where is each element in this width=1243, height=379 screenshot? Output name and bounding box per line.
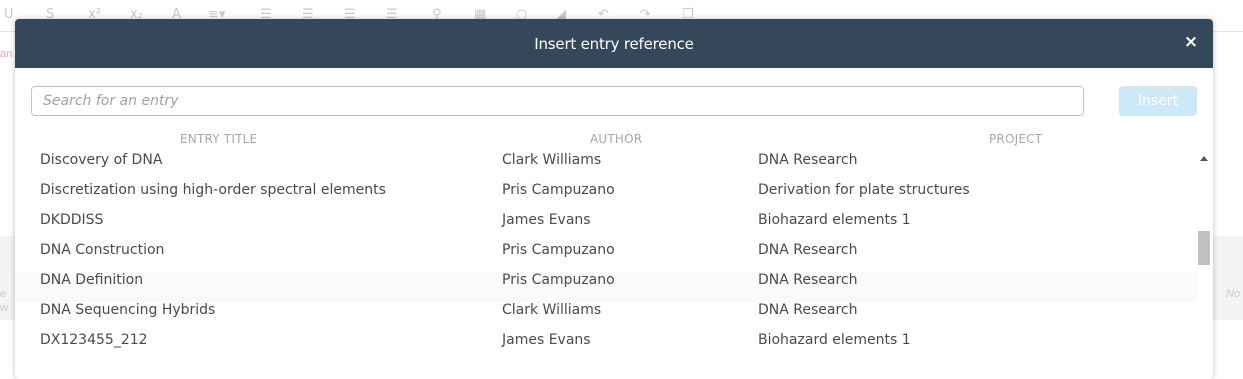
entry-project: DNA Research <box>758 242 858 258</box>
entry-author: Pris Campuzano <box>502 242 615 258</box>
dialog-title: Insert entry reference <box>534 34 694 53</box>
background-text-fragment: an <box>0 48 13 60</box>
entry-project: DNA Research <box>758 152 858 168</box>
table-row[interactable]: Discretization using high-order spectral… <box>15 182 1197 212</box>
entry-author: Clark Williams <box>502 302 602 318</box>
dialog-header: Insert entry reference × <box>15 19 1213 68</box>
entry-title: DX123455_212 <box>40 332 148 348</box>
entry-project: Biohazard elements 1 <box>758 332 911 348</box>
entry-title: DNA Construction <box>40 242 165 258</box>
background-text-fragment: No <box>1226 288 1241 300</box>
entry-author: Pris Campuzano <box>502 182 615 198</box>
entry-project: DNA Research <box>758 302 858 318</box>
background-text-fragment: e <box>0 288 7 300</box>
insert-button[interactable]: Insert <box>1119 86 1197 116</box>
search-input[interactable] <box>31 86 1084 116</box>
table-row[interactable]: DKDDISS James Evans Biohazard elements 1 <box>15 212 1197 242</box>
entry-project: DNA Research <box>758 272 858 288</box>
table-row[interactable]: DX123455_212 James Evans Biohazard eleme… <box>15 332 1197 362</box>
entry-author: Clark Williams <box>502 152 602 168</box>
column-header-project[interactable]: PROJECT <box>989 132 1042 146</box>
table-row[interactable]: DNA Definition Pris Campuzano DNA Resear… <box>15 272 1197 302</box>
insert-entry-reference-dialog: Insert entry reference × Insert ENTRY TI… <box>15 19 1213 379</box>
list-scrollbar[interactable] <box>1198 156 1210 379</box>
column-header-author[interactable]: AUTHOR <box>590 132 642 146</box>
scrollbar-thumb[interactable] <box>1198 231 1210 265</box>
entry-title: DNA Definition <box>40 272 144 288</box>
table-row[interactable]: Discovery of DNA Clark Williams DNA Rese… <box>15 152 1197 182</box>
entry-project: Biohazard elements 1 <box>758 212 911 228</box>
table-row[interactable]: DNA Sequencing Hybrids Clark Williams DN… <box>15 302 1197 332</box>
entry-author: Pris Campuzano <box>502 272 615 288</box>
underline-icon[interactable]: U <box>4 6 14 24</box>
scroll-up-arrow-icon[interactable] <box>1200 156 1208 161</box>
search-row: Insert <box>31 86 1197 116</box>
entry-list: Discovery of DNA Clark Williams DNA Rese… <box>15 152 1197 362</box>
close-icon[interactable]: × <box>1181 32 1201 52</box>
entry-title: DKDDISS <box>40 212 104 228</box>
table-row[interactable]: DNA Construction Pris Campuzano DNA Rese… <box>15 242 1197 272</box>
entry-title: DNA Sequencing Hybrids <box>40 302 216 318</box>
background-text-fragment: w <box>0 302 8 314</box>
entry-title: Discovery of DNA <box>40 152 163 168</box>
entry-author: James Evans <box>502 332 591 348</box>
entry-author: James Evans <box>502 212 591 228</box>
entry-title: Discretization using high-order spectral… <box>40 182 386 198</box>
column-header-entry-title[interactable]: ENTRY TITLE <box>180 132 257 146</box>
entry-project: Derivation for plate structures <box>758 182 970 198</box>
background-table-area <box>1213 236 1243 320</box>
